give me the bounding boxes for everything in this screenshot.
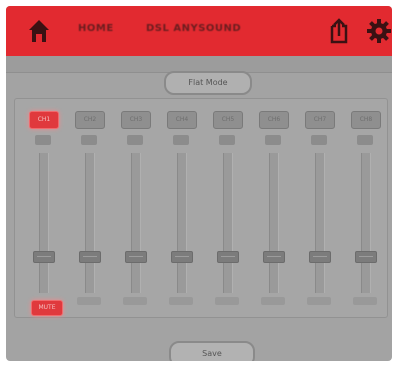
channel-select-button[interactable]: CH7 bbox=[305, 111, 335, 129]
fader-knob[interactable] bbox=[355, 251, 377, 263]
header-left-label: HOME bbox=[78, 23, 114, 34]
fader-track[interactable] bbox=[85, 153, 95, 293]
channel-strip: CH8 bbox=[345, 99, 385, 317]
mixer-panel: CH1 MUTE CH2 CH3 CH4 CH5 CH6 CH7 CH8 bbox=[14, 98, 388, 318]
fader-track[interactable] bbox=[39, 153, 49, 293]
fader-knob[interactable] bbox=[79, 251, 101, 263]
home-icon[interactable] bbox=[28, 19, 50, 43]
channel-select-button[interactable]: CH6 bbox=[259, 111, 289, 129]
channel-strip: CH2 bbox=[69, 99, 109, 317]
channel-value bbox=[219, 135, 235, 145]
channel-select-button[interactable]: CH2 bbox=[75, 111, 105, 129]
channel-select-button[interactable]: CH8 bbox=[351, 111, 381, 129]
channel-sub-button[interactable] bbox=[353, 297, 377, 305]
preset-button[interactable]: Flat Mode bbox=[164, 71, 252, 95]
channel-value bbox=[81, 135, 97, 145]
channel-strip: CH3 bbox=[115, 99, 155, 317]
channel-sub-button[interactable] bbox=[169, 297, 193, 305]
channel-select-button[interactable]: CH5 bbox=[213, 111, 243, 129]
channel-sub-button[interactable] bbox=[77, 297, 101, 305]
channel-select-button[interactable]: CH3 bbox=[121, 111, 151, 129]
channel-select-button[interactable]: CH1 bbox=[29, 111, 59, 129]
channel-select-button[interactable]: CH4 bbox=[167, 111, 197, 129]
fader-track[interactable] bbox=[361, 153, 371, 293]
fader-track[interactable] bbox=[131, 153, 141, 293]
channel-strip: CH5 bbox=[207, 99, 247, 317]
fader-knob[interactable] bbox=[171, 251, 193, 263]
mute-button[interactable]: MUTE bbox=[31, 300, 63, 316]
channel-sub-button[interactable] bbox=[215, 297, 239, 305]
channel-sub-button[interactable] bbox=[123, 297, 147, 305]
channel-value bbox=[357, 135, 373, 145]
fader-track[interactable] bbox=[177, 153, 187, 293]
app-title: DSL ANYSOUND bbox=[146, 23, 242, 34]
channel-value bbox=[127, 135, 143, 145]
fader-track[interactable] bbox=[269, 153, 279, 293]
channel-sub-button[interactable] bbox=[261, 297, 285, 305]
fader-track[interactable] bbox=[315, 153, 325, 293]
fader-knob[interactable] bbox=[125, 251, 147, 263]
bottom-button[interactable]: Save bbox=[169, 341, 255, 361]
gear-icon[interactable] bbox=[366, 17, 392, 45]
channel-value bbox=[173, 135, 189, 145]
fader-knob[interactable] bbox=[217, 251, 239, 263]
channel-strip: CH7 bbox=[299, 99, 339, 317]
channel-sub-button[interactable] bbox=[307, 297, 331, 305]
top-bar: HOME DSL ANYSOUND bbox=[6, 6, 392, 56]
app-window: HOME DSL ANYSOUND Flat Mode CH1 MUTE CH2 bbox=[6, 6, 392, 361]
fader-knob[interactable] bbox=[309, 251, 331, 263]
channel-value bbox=[265, 135, 281, 145]
channel-strip: CH1 MUTE bbox=[23, 99, 63, 317]
channel-value bbox=[311, 135, 327, 145]
channel-strip: CH4 bbox=[161, 99, 201, 317]
fader-knob[interactable] bbox=[33, 251, 55, 263]
channel-value bbox=[35, 135, 51, 145]
channel-strip: CH6 bbox=[253, 99, 293, 317]
share-icon[interactable] bbox=[328, 18, 350, 44]
fader-track[interactable] bbox=[223, 153, 233, 293]
fader-knob[interactable] bbox=[263, 251, 285, 263]
